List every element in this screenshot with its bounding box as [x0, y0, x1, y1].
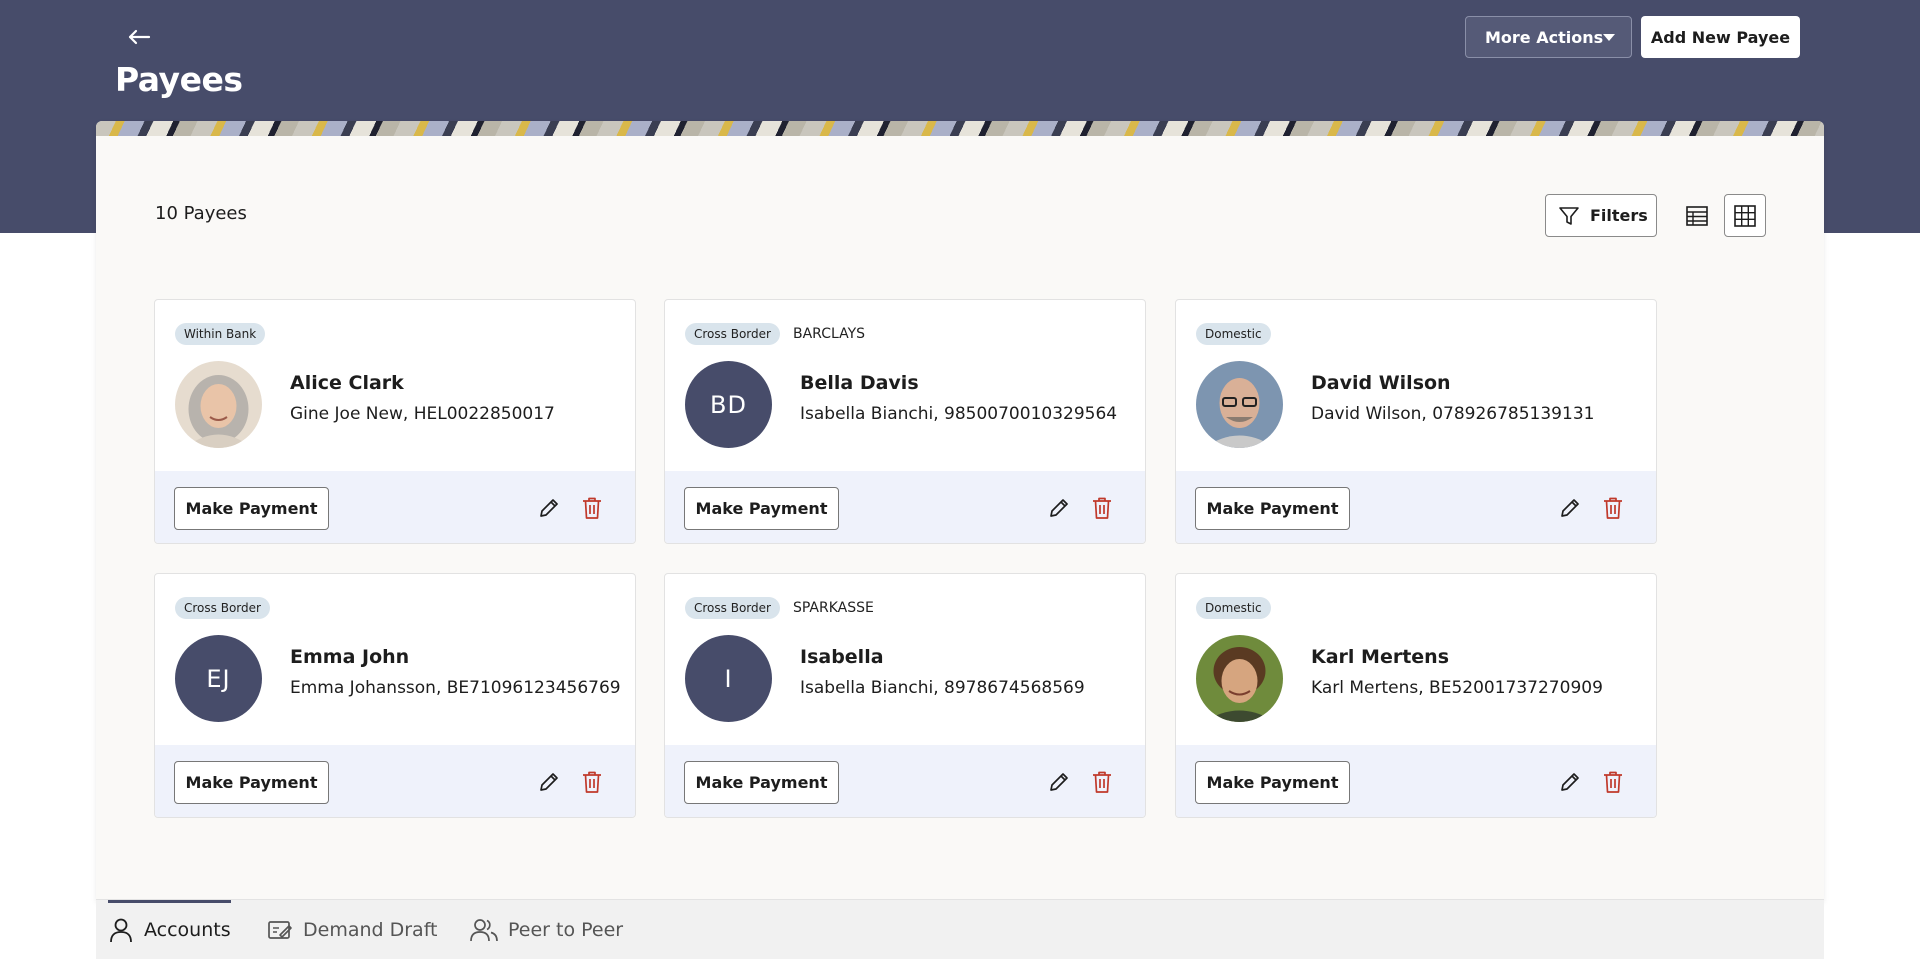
- tab-accounts[interactable]: Accounts: [108, 900, 231, 959]
- bank-name: BARCLAYS: [793, 326, 866, 342]
- payee-name: Emma John: [290, 646, 410, 668]
- payee-account-detail: David Wilson, 078926785139131: [1311, 404, 1595, 424]
- tab-accounts-label: Accounts: [144, 919, 231, 941]
- payee-account-detail: Karl Mertens, BE52001737270909: [1311, 678, 1603, 698]
- add-new-payee-button[interactable]: Add New Payee: [1641, 16, 1800, 58]
- bottom-navigation: Accounts Demand Draft Peer to Peer: [96, 899, 1824, 959]
- payee-type-badge: Domestic: [1196, 597, 1271, 619]
- draft-icon: [268, 921, 292, 939]
- payee-type-badge: Cross Border: [175, 597, 270, 619]
- avatar: [1196, 361, 1283, 448]
- tab-demand-draft-label: Demand Draft: [303, 919, 438, 941]
- pencil-icon[interactable]: [1047, 770, 1071, 794]
- avatar-photo: [1196, 361, 1283, 448]
- trash-icon[interactable]: [1090, 770, 1114, 794]
- trash-icon[interactable]: [1601, 496, 1625, 520]
- payee-account-detail: Isabella Bianchi, 9850070010329564: [800, 404, 1118, 424]
- payee-card: Cross Border SPARKASSE I Isabella Isabel…: [664, 573, 1146, 818]
- payee-type-badge: Within Bank: [175, 323, 266, 345]
- pencil-icon[interactable]: [537, 496, 561, 520]
- grid-view-button[interactable]: [1724, 194, 1766, 237]
- trash-icon[interactable]: [580, 770, 604, 794]
- payee-type-badge: Cross Border: [685, 323, 780, 345]
- payee-card: Within Bank Alice Clark Gine Joe New, HE…: [154, 299, 636, 544]
- avatar: I: [685, 635, 772, 722]
- back-button[interactable]: [124, 22, 154, 52]
- pencil-icon[interactable]: [1047, 496, 1071, 520]
- tab-peer-to-peer-label: Peer to Peer: [508, 919, 624, 941]
- payee-account-detail: Emma Johansson, BE71096123456769: [290, 678, 621, 698]
- payee-card: Domestic David Wilson David Wilson, 0789…: [1175, 299, 1657, 544]
- grid-icon: [1734, 204, 1756, 227]
- filters-button[interactable]: Filters: [1545, 194, 1657, 237]
- tab-demand-draft[interactable]: Demand Draft: [267, 900, 438, 959]
- people-icon: [470, 919, 498, 942]
- tab-peer-to-peer[interactable]: Peer to Peer: [470, 900, 623, 959]
- trash-icon[interactable]: [580, 496, 604, 520]
- table-icon: [1686, 205, 1708, 226]
- trash-icon[interactable]: [1090, 496, 1114, 520]
- trash-icon[interactable]: [1601, 770, 1625, 794]
- avatar: [175, 361, 262, 448]
- pencil-icon[interactable]: [537, 770, 561, 794]
- payee-name: Bella Davis: [800, 372, 919, 394]
- payee-card: Cross Border EJ Emma John Emma Johansson…: [154, 573, 636, 818]
- table-view-button[interactable]: [1676, 194, 1718, 237]
- more-actions-button[interactable]: More Actions: [1465, 16, 1632, 58]
- avatar-photo: [175, 361, 262, 448]
- payee-count: 10 Payees: [155, 203, 247, 224]
- make-payment-button[interactable]: Make Payment: [684, 487, 839, 530]
- payee-type-badge: Cross Border: [685, 597, 780, 619]
- payee-name: Isabella: [800, 646, 884, 668]
- payee-name: David Wilson: [1311, 372, 1451, 394]
- avatar-photo: [1196, 635, 1283, 722]
- payee-card: Domestic Karl Mertens Karl Mertens, BE52…: [1175, 573, 1657, 818]
- avatar: EJ: [175, 635, 262, 722]
- person-icon: [110, 918, 132, 943]
- payee-name: Alice Clark: [290, 372, 404, 394]
- make-payment-button[interactable]: Make Payment: [174, 487, 329, 530]
- filter-icon: [1559, 206, 1579, 225]
- payee-account-detail: Gine Joe New, HEL0022850017: [290, 404, 555, 424]
- more-actions-label: More Actions: [1485, 27, 1604, 47]
- make-payment-button[interactable]: Make Payment: [1195, 487, 1350, 530]
- pencil-icon[interactable]: [1558, 770, 1582, 794]
- payee-card: Cross Border BARCLAYS BD Bella Davis Isa…: [664, 299, 1146, 544]
- pencil-icon[interactable]: [1558, 496, 1582, 520]
- page-title: Payees: [115, 60, 243, 99]
- caret-down-icon: [1603, 34, 1615, 41]
- avatar: [1196, 635, 1283, 722]
- filters-label: Filters: [1590, 206, 1648, 225]
- payee-type-badge: Domestic: [1196, 323, 1271, 345]
- make-payment-button[interactable]: Make Payment: [174, 761, 329, 804]
- make-payment-button[interactable]: Make Payment: [684, 761, 839, 804]
- arrow-left-icon: [128, 29, 151, 45]
- bank-name: SPARKASSE: [793, 600, 874, 616]
- payee-name: Karl Mertens: [1311, 646, 1450, 668]
- payees-panel: 10 Payees Filters Within Bank Alice Clar…: [96, 121, 1824, 901]
- payee-account-detail: Isabella Bianchi, 8978674568569: [800, 678, 1085, 698]
- avatar: BD: [685, 361, 772, 448]
- decorative-banner: [96, 121, 1824, 136]
- make-payment-button[interactable]: Make Payment: [1195, 761, 1350, 804]
